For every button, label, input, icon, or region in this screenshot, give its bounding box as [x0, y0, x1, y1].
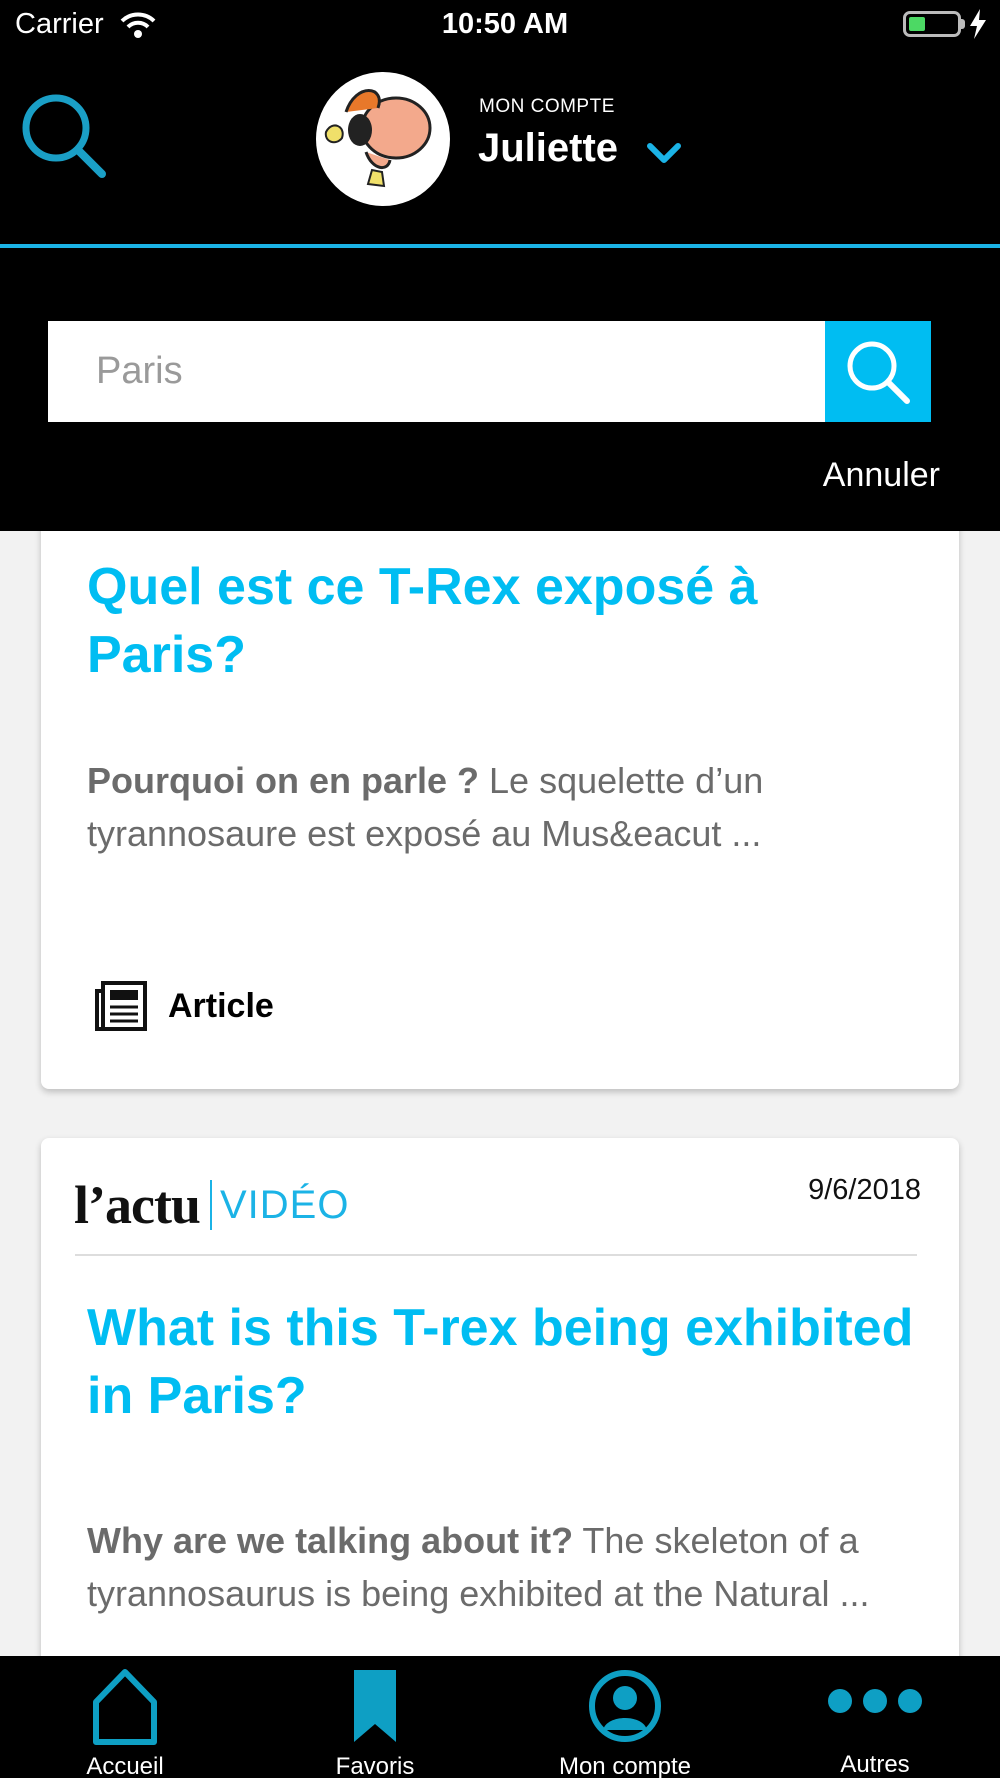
search-button[interactable]	[825, 321, 931, 422]
card-title[interactable]: Quel est ce T-Rex exposé à Paris?	[87, 553, 917, 689]
avatar[interactable]	[316, 72, 450, 206]
battery-icon	[903, 11, 961, 37]
tab-bar: Accueil Favoris Mon compte Autres	[0, 1656, 1000, 1778]
account-kicker: MON COMPTE	[479, 96, 615, 117]
account-name[interactable]: Juliette	[478, 126, 618, 171]
divider	[75, 1254, 917, 1256]
bookmark-icon	[354, 1670, 396, 1742]
card-date: 9/6/2018	[808, 1174, 921, 1206]
excerpt-lead: Why are we talking about it?	[87, 1520, 574, 1561]
chevron-down-icon[interactable]	[646, 142, 682, 166]
status-time: 10:50 AM	[441, 8, 569, 40]
more-icon	[828, 1689, 922, 1713]
search-input[interactable]	[48, 321, 825, 422]
brand-section: VIDÉO	[219, 1182, 350, 1227]
result-card[interactable]: l’actu VIDÉO 9/6/2018 What is this T-rex…	[41, 1138, 959, 1656]
results-list: Quel est ce T-Rex exposé à Paris? Pourqu…	[0, 531, 1000, 1656]
tab-autres[interactable]: Autres	[750, 1656, 1000, 1778]
result-card[interactable]: Quel est ce T-Rex exposé à Paris? Pourqu…	[41, 531, 959, 1089]
card-excerpt: Pourquoi on en parle ? Le squelette d’un…	[87, 754, 917, 860]
tab-label: Mon compte	[558, 1753, 692, 1778]
tab-favoris[interactable]: Favoris	[250, 1656, 500, 1778]
brand-logo: l’actu VIDÉO	[74, 1174, 349, 1236]
user-icon	[589, 1670, 661, 1742]
mascot-icon	[324, 89, 432, 188]
tab-accueil[interactable]: Accueil	[0, 1656, 250, 1778]
excerpt-lead: Pourquoi on en parle ?	[87, 760, 480, 801]
card-title[interactable]: What is this T-rex being exhibited in Pa…	[87, 1294, 917, 1430]
search-icon	[847, 341, 910, 404]
search-icon[interactable]	[20, 92, 110, 182]
charging-icon	[970, 9, 986, 39]
card-excerpt: Why are we talking about it? The skeleto…	[87, 1514, 917, 1620]
brand-separator	[209, 1180, 212, 1230]
tab-mon-compte[interactable]: Mon compte	[500, 1656, 750, 1778]
app-header: MON COMPTE Juliette	[0, 52, 1000, 248]
tab-label: Favoris	[335, 1753, 415, 1778]
battery-tip	[961, 19, 965, 29]
tab-label: Accueil	[86, 1753, 164, 1778]
tab-label: Autres	[840, 1751, 910, 1778]
cancel-button[interactable]: Annuler	[800, 456, 940, 495]
status-bar: Carrier 10:50 AM	[0, 0, 1000, 52]
content-type-label: Article	[168, 987, 274, 1025]
brand-name: l’actu	[74, 1175, 201, 1235]
search-area: Annuler	[0, 248, 1000, 531]
home-icon	[93, 1669, 157, 1745]
newspaper-icon	[95, 981, 147, 1031]
